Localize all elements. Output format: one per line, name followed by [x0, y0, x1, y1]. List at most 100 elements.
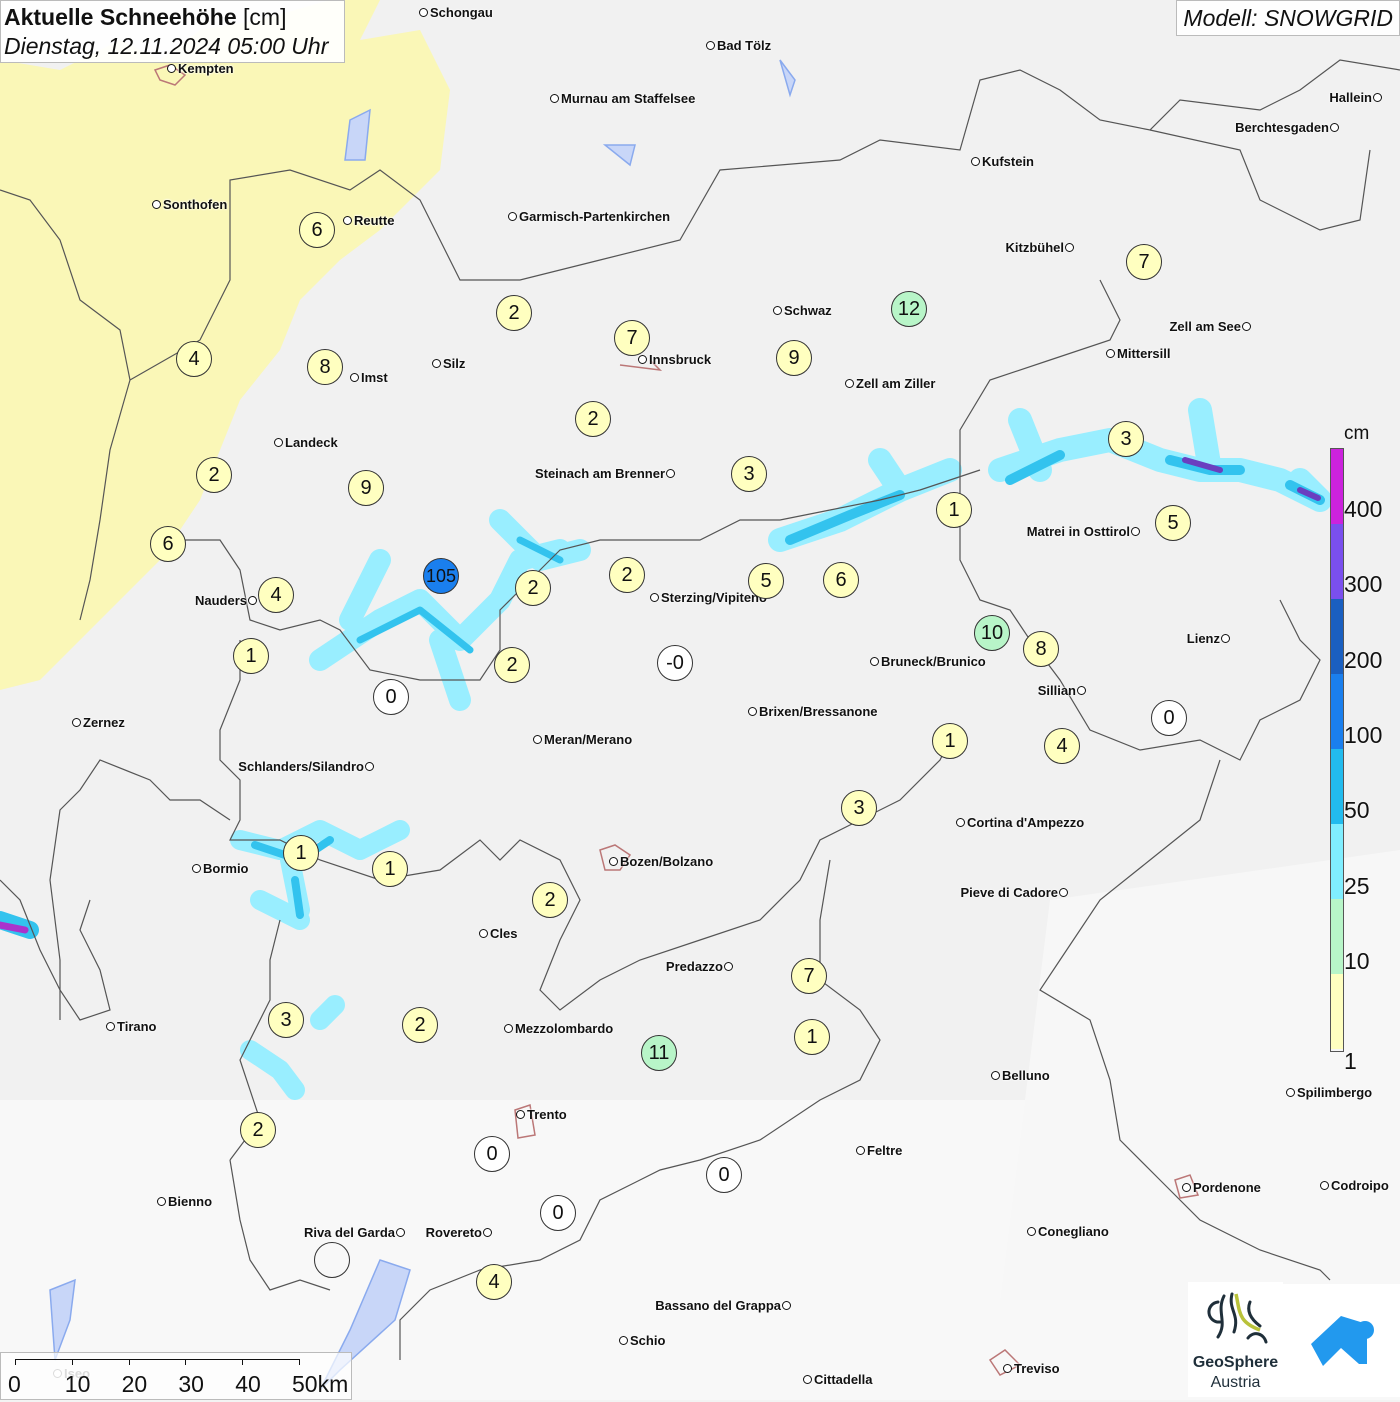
- model-label: Modell: SNOWGRID: [1176, 0, 1400, 36]
- legend-swatch: [1331, 824, 1343, 899]
- legend-swatch: [1331, 974, 1343, 1049]
- city-marker: [845, 379, 854, 388]
- mountain-cloud-icon: [1311, 1316, 1374, 1366]
- city-label: Silz: [443, 356, 466, 371]
- city-marker: [1320, 1181, 1329, 1190]
- city-label: Zernez: [83, 715, 125, 730]
- city-marker: [516, 1110, 525, 1119]
- snow-depth-value: 2: [609, 557, 645, 593]
- scale-tick: [242, 1359, 244, 1365]
- city-label: Schio: [630, 1333, 666, 1348]
- city-label: Rovereto: [425, 1225, 482, 1240]
- city-label: Kempten: [178, 61, 234, 76]
- city-label: Bad Tölz: [717, 38, 772, 53]
- snow-depth-value: 0: [474, 1136, 510, 1172]
- city-label: Treviso: [1014, 1361, 1060, 1376]
- city-label: Meran/Merano: [544, 732, 633, 747]
- snow-depth-value: 2: [575, 401, 611, 437]
- snow-depth-value: 1: [932, 723, 968, 759]
- city-marker: [396, 1228, 405, 1237]
- snow-depth-value: 3: [1108, 421, 1144, 457]
- legend-label: 300: [1344, 571, 1383, 598]
- city-marker: [619, 1336, 628, 1345]
- city-marker: [1373, 93, 1382, 102]
- city-label: Mezzolombardo: [515, 1021, 614, 1036]
- snow-depth-value: 0: [540, 1195, 576, 1231]
- city-label: Sillian: [1037, 683, 1076, 698]
- legend-label: 100: [1344, 721, 1383, 748]
- city-marker: [638, 355, 647, 364]
- city-marker: [350, 373, 359, 382]
- city-label: Bassano del Grappa: [655, 1298, 781, 1313]
- city-label: Cittadella: [814, 1372, 873, 1387]
- snow-depth-value: 0: [1151, 700, 1187, 736]
- city-label: Schlanders/Silandro: [238, 759, 364, 774]
- legend-swatch: [1331, 524, 1343, 599]
- city-label: Hallein: [1329, 90, 1372, 105]
- city-label: Matrei in Osttirol: [1026, 524, 1130, 539]
- city-label: Pieve di Cadore: [960, 885, 1058, 900]
- legend-swatch: [1331, 749, 1343, 824]
- city-label: Bienno: [168, 1194, 213, 1209]
- snow-depth-value: 8: [1023, 631, 1059, 667]
- snow-depth-value: 9: [776, 340, 812, 376]
- legend-swatch: [1331, 899, 1343, 974]
- city-marker: [479, 929, 488, 938]
- scale-label: 0: [8, 1371, 21, 1397]
- city-marker: [419, 8, 428, 17]
- city-label: Conegliano: [1038, 1224, 1109, 1239]
- snow-depth-value: 3: [268, 1002, 304, 1038]
- city-marker: [508, 212, 517, 221]
- snow-depth-value: 0: [373, 679, 409, 715]
- city-label: Cortina d'Ampezzo: [967, 815, 1085, 830]
- snow-depth-value: 7: [1126, 244, 1162, 280]
- snow-depth-value: 105: [423, 558, 459, 594]
- city-label: Kitzbühel: [1005, 240, 1065, 255]
- snow-depth-value: 4: [1044, 728, 1080, 764]
- city-label: Brixen/Bressanone: [759, 704, 878, 719]
- title-unit: [cm]: [243, 4, 287, 30]
- city-marker: [248, 596, 257, 605]
- city-label: Kufstein: [982, 154, 1034, 169]
- snow-depth-value: 5: [748, 563, 784, 599]
- city-marker: [432, 359, 441, 368]
- city-marker: [1131, 527, 1140, 536]
- legend-swatch: [1331, 599, 1343, 674]
- snow-depth-value: 1: [233, 638, 269, 674]
- snow-depth-value: 2: [240, 1112, 276, 1148]
- city-marker: [1106, 349, 1115, 358]
- snow-depth-value: -0: [657, 645, 693, 681]
- city-marker: [550, 94, 559, 103]
- city-marker: [1065, 243, 1074, 252]
- city-marker: [773, 306, 782, 315]
- snow-depth-value: 12: [891, 291, 927, 327]
- city-label: Nauders: [194, 593, 247, 608]
- legend-label: 50: [1344, 797, 1370, 824]
- geosphere-swirl-icon: [1207, 1292, 1268, 1344]
- scale-bar: 0 10 20 30 40 50km: [0, 1352, 352, 1400]
- city-marker: [1027, 1227, 1036, 1236]
- city-marker: [666, 469, 675, 478]
- legend-label: 400: [1344, 496, 1383, 522]
- city-label: Tirano: [117, 1019, 157, 1034]
- city-marker: [971, 157, 980, 166]
- city-label: Innsbruck: [649, 352, 712, 367]
- city-marker: [152, 200, 161, 209]
- city-marker: [1242, 322, 1251, 331]
- legend-swatch: [1331, 674, 1343, 749]
- city-marker: [157, 1197, 166, 1206]
- city-marker: [1286, 1088, 1295, 1097]
- color-legend: [1330, 448, 1344, 1052]
- city-label: Zell am See: [1169, 319, 1241, 334]
- snow-depth-value: 7: [614, 320, 650, 356]
- snow-depth-value: 1: [936, 492, 972, 528]
- city-marker: [504, 1024, 513, 1033]
- city-marker: [724, 962, 733, 971]
- city-marker: [167, 64, 176, 73]
- geosphere-name: GeoSphere: [1192, 1354, 1279, 1371]
- city-marker: [72, 718, 81, 727]
- scale-tick: [299, 1359, 300, 1365]
- city-label: Feltre: [867, 1143, 903, 1158]
- legend-label: 200: [1344, 646, 1383, 673]
- city-label: Bormio: [203, 861, 249, 876]
